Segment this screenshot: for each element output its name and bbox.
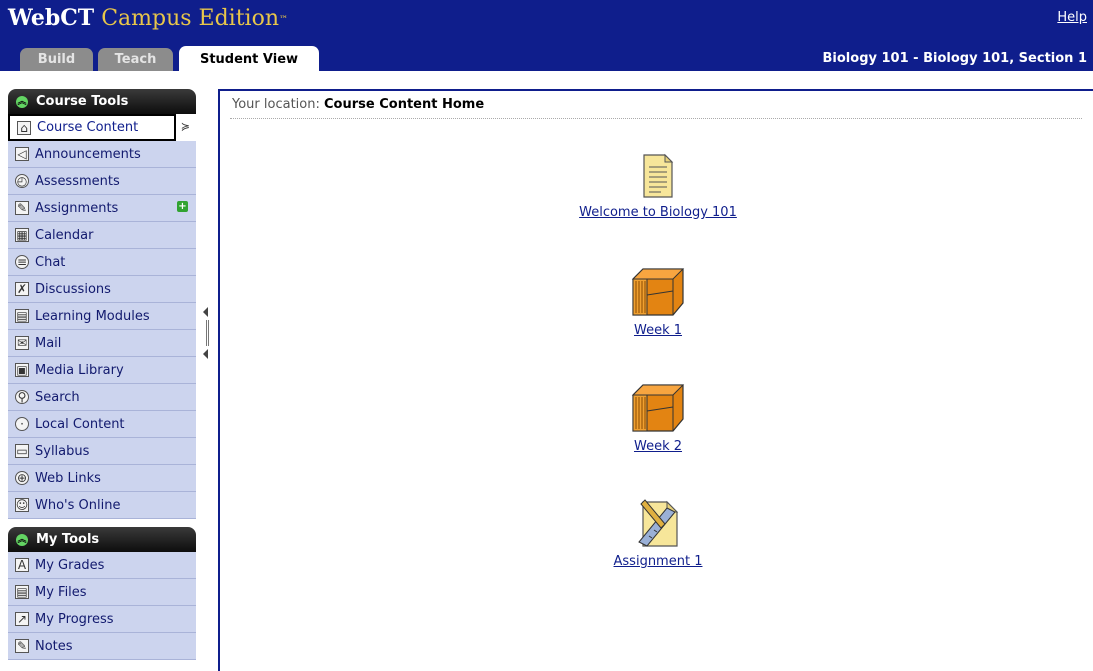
folder-chest-icon[interactable] [631,267,685,317]
sidebar-item-label: My Grades [35,557,105,573]
sidebar-item-label: Calendar [35,227,94,243]
sidebar-item-label: Mail [35,335,62,351]
sidebar-item-chat[interactable]: ≡ Chat [8,249,196,276]
my-tools-header[interactable]: ︽ My Tools [8,527,196,552]
sidebar: ︽ Course Tools ⌂ Course Content ≽ ◁ Anno… [8,89,196,660]
sidebar-item-discussions[interactable]: ✗ Discussions [8,276,196,303]
files-icon: ▤ [15,585,29,599]
content-item-label[interactable]: Welcome to Biology 101 [538,205,778,220]
content-area: Your location: Course Content Home Welco… [218,89,1093,671]
sidebar-item-assignments[interactable]: ✎ Assignments + [8,195,196,222]
sidebar-item-notes[interactable]: ✎ Notes [8,633,196,660]
sidebar-item-label: Notes [35,638,73,654]
sidebar-item-media-library[interactable]: ▣ Media Library [8,357,196,384]
sidebar-item-label: Assessments [35,173,120,189]
sidebar-item-label: Web Links [35,470,101,486]
sidebar-item-announcements[interactable]: ◁ Announcements [8,141,196,168]
megaphone-icon: ◁ [15,147,29,161]
course-title: Biology 101 - Biology 101, Section 1 [822,51,1087,66]
home-icon: ⌂ [17,120,31,135]
notes-icon: ✎ [15,639,29,653]
help-link[interactable]: Help [1057,10,1087,25]
content-item-week-1[interactable]: Week 1 [538,267,778,338]
app-header: WebCT Campus Edition™ Help Build Teach S… [0,0,1093,71]
sidebar-item-syllabus[interactable]: ▭ Syllabus [8,438,196,465]
sidebar-item-assessments[interactable]: ◴ Assessments [8,168,196,195]
breadcrumb: Your location: Course Content Home [232,97,484,112]
sidebar-item-mail[interactable]: ✉ Mail [8,330,196,357]
location-current: Course Content Home [324,97,485,112]
collapse-left-arrow-icon[interactable] [203,349,208,359]
sidebar-item-my-grades[interactable]: A My Grades [8,552,196,579]
disc-icon: · [15,417,29,431]
chevron-down-icon[interactable]: ≽ [181,120,190,133]
location-prefix: Your location: [232,97,320,112]
sidebar-item-label: Learning Modules [35,308,150,324]
new-item-badge-icon: + [177,201,188,212]
my-tools-title: My Tools [36,532,100,547]
sidebar-item-my-progress[interactable]: ↗ My Progress [8,606,196,633]
document-icon[interactable] [641,153,675,199]
collapse-chevron-icon[interactable]: ︽ [16,533,28,546]
sidebar-item-label: Syllabus [35,443,90,459]
content-item-welcome[interactable]: Welcome to Biology 101 [538,153,778,220]
tab-student-view[interactable]: Student View [179,46,319,71]
sidebar-item-my-files[interactable]: ▤ My Files [8,579,196,606]
sidebar-item-label: Course Content [37,120,139,135]
sidebar-item-calendar[interactable]: ▦ Calendar [8,222,196,249]
sidebar-item-label: Announcements [35,146,141,162]
sidebar-item-label: Search [35,389,80,405]
sidebar-item-learning-modules[interactable]: ▤ Learning Modules [8,303,196,330]
sidebar-item-label: Discussions [35,281,111,297]
envelope-icon: ✉ [15,336,29,350]
webct-logo: WebCT Campus Edition™ [8,5,289,31]
stopwatch-icon: ◴ [15,174,29,188]
collapse-chevron-icon[interactable]: ︽ [16,95,28,108]
tab-build[interactable]: Build [20,48,93,71]
sidebar-item-whos-online[interactable]: ☺ Who's Online [8,492,196,519]
content-item-label[interactable]: Week 2 [538,439,778,454]
progress-chart-icon: ↗ [15,612,29,626]
media-library-icon: ▣ [15,363,29,377]
folder-chest-icon[interactable] [631,383,685,433]
collapse-left-arrow-icon[interactable] [203,307,208,317]
pushpin-icon: ✗ [15,282,29,296]
sidebar-item-label: My Progress [35,611,114,627]
grade-icon: A [15,558,29,572]
globe-link-icon: ⊕ [15,471,29,485]
divider [230,118,1082,119]
book-icon: ▭ [15,444,29,458]
content-item-assignment-1[interactable]: Assignment 1 [538,498,778,569]
sidebar-item-search[interactable]: ⚲ Search [8,384,196,411]
sidebar-item-label: Assignments [35,200,119,216]
assignment-icon[interactable] [635,498,681,548]
course-tools-title: Course Tools [36,94,129,109]
sidebar-item-web-links[interactable]: ⊕ Web Links [8,465,196,492]
sidebar-item-label: Chat [35,254,66,270]
chat-bubble-icon: ≡ [15,255,29,269]
sidebar-item-label: Who's Online [35,497,121,513]
magnifier-icon: ⚲ [15,390,29,404]
course-tools-header[interactable]: ︽ Course Tools [8,89,196,114]
drag-grip-icon[interactable] [206,320,209,346]
document-stack-icon: ▤ [15,309,29,323]
content-item-label[interactable]: Assignment 1 [538,554,778,569]
sidebar-item-label: Local Content [35,416,125,432]
person-icon: ☺ [15,498,29,512]
sidebar-item-label: Media Library [35,362,124,378]
tab-teach[interactable]: Teach [98,48,173,71]
sidebar-item-local-content[interactable]: · Local Content [8,411,196,438]
content-item-label[interactable]: Week 1 [538,323,778,338]
sidebar-item-course-content[interactable]: ⌂ Course Content [8,114,176,141]
sidebar-item-label: My Files [35,584,87,600]
sidebar-collapse-handle[interactable] [201,307,211,361]
content-item-week-2[interactable]: Week 2 [538,383,778,454]
pencil-paper-icon: ✎ [15,201,29,215]
calendar-icon: ▦ [15,228,29,242]
